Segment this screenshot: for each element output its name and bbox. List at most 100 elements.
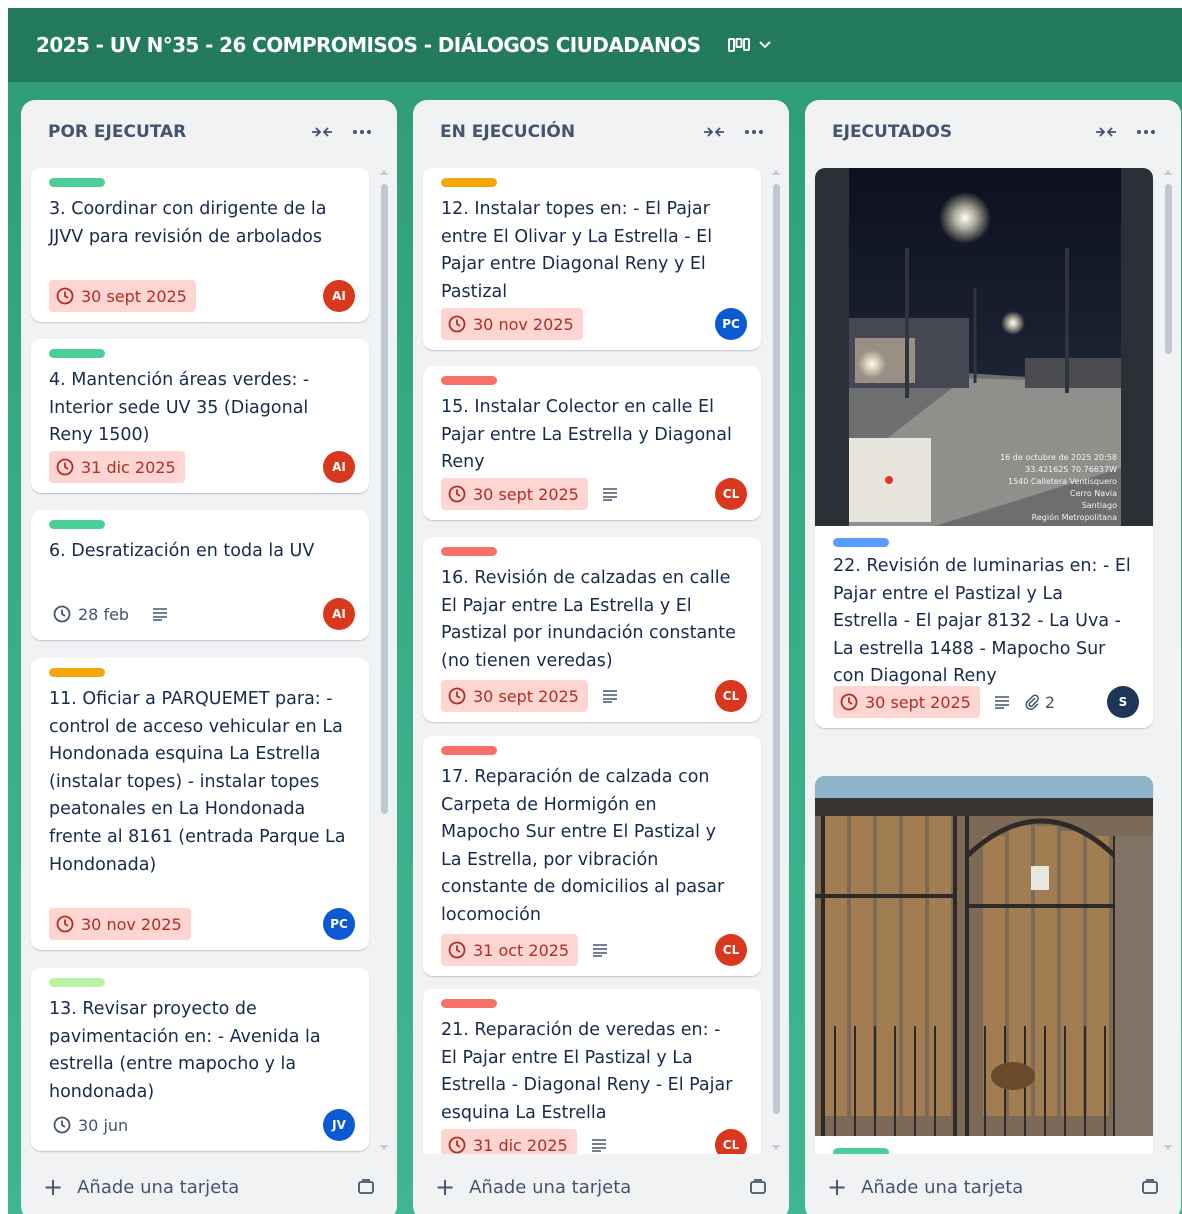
card[interactable]: 6. Desratización en toda la UV 28 feb AI <box>31 510 369 640</box>
card-cover-photo-street[interactable]: 16 de octubre de 2025 20:58 33.42162S 70… <box>815 168 1153 526</box>
list-title[interactable]: POR EJECUTAR <box>48 122 299 142</box>
card[interactable]: 16. Revisión de calzadas en calle El Paj… <box>423 537 761 722</box>
member-avatar[interactable]: S <box>1107 686 1139 718</box>
scroll-down-arrow[interactable] <box>772 1145 780 1150</box>
card[interactable]: 13. Revisar proyecto de pavimentación en… <box>31 968 369 1151</box>
list-scrollbar[interactable] <box>771 170 781 1150</box>
add-card-button[interactable]: + Añade una tarjeta <box>21 1154 397 1214</box>
collapse-list-button[interactable] <box>1089 117 1123 147</box>
card-badges: 31 dic 2025 CL <box>441 1129 747 1154</box>
list-scrollbar[interactable] <box>1163 170 1173 1150</box>
list-menu-button[interactable] <box>1129 117 1163 147</box>
template-icon[interactable] <box>357 1178 375 1196</box>
scroll-up-arrow[interactable] <box>380 170 388 175</box>
member-avatar[interactable]: PC <box>323 908 355 940</box>
list-ejecutados: EJECUTADOS 16 de octubre de 2025 20:58 3… <box>805 100 1181 1214</box>
card[interactable]: 3. Coordinar con dirigente de la JJVV pa… <box>31 168 369 322</box>
due-date-badge[interactable]: 31 oct 2025 <box>441 934 579 966</box>
card-label[interactable] <box>441 178 497 187</box>
card-label[interactable] <box>441 746 497 755</box>
due-date-text: 30 nov 2025 <box>81 914 182 934</box>
member-avatar[interactable]: CL <box>715 934 747 966</box>
paperclip-icon <box>1025 694 1039 710</box>
card-badges: 30 sept 2025 CL <box>441 680 747 712</box>
card[interactable]: 15. Instalar Colector en calle El Pajar … <box>423 366 761 520</box>
list-menu-button[interactable] <box>345 117 379 147</box>
list-scrollbar[interactable] <box>379 170 389 1150</box>
more-icon <box>1137 130 1155 134</box>
list-title[interactable]: EN EJECUCIÓN <box>440 122 691 142</box>
due-date-text: 28 feb <box>78 604 130 624</box>
card[interactable]: 17. Reparación de calzada con Carpeta de… <box>423 736 761 976</box>
card-label[interactable] <box>833 538 889 547</box>
due-date-badge[interactable]: 30 sept 2025 <box>441 478 588 510</box>
list-menu-button[interactable] <box>737 117 771 147</box>
cover-caption-line: Cerro Navia <box>1070 489 1117 498</box>
due-date-badge[interactable]: 31 dic 2025 <box>49 451 185 483</box>
card-cover-photo-gate[interactable] <box>815 776 1153 1136</box>
collapse-list-button[interactable] <box>305 117 339 147</box>
due-date-badge[interactable]: 30 nov 2025 <box>441 308 583 340</box>
scroll-down-arrow[interactable] <box>1164 1145 1172 1150</box>
add-card-button[interactable]: + Añade una tarjeta <box>413 1154 789 1214</box>
clock-icon <box>448 315 466 333</box>
collapse-list-button[interactable] <box>697 117 731 147</box>
card[interactable]: 21. Reparación de veredas en: - El Pajar… <box>423 989 761 1154</box>
list-en-ejecucion: EN EJECUCIÓN 12. Instalar topes en: - El… <box>413 100 789 1214</box>
scroll-down-arrow[interactable] <box>380 1145 388 1150</box>
more-icon <box>745 130 763 134</box>
due-date-badge[interactable]: 28 feb <box>49 598 138 630</box>
card[interactable]: 12. Instalar topes en: - El Pajar entre … <box>423 168 761 350</box>
scroll-thumb[interactable] <box>1165 184 1172 354</box>
collapse-icon <box>312 127 332 137</box>
board-view-switcher[interactable] <box>722 33 778 57</box>
clock-icon <box>53 1116 71 1134</box>
member-avatar[interactable]: AI <box>323 280 355 312</box>
plus-icon: + <box>43 1173 64 1201</box>
card-label[interactable] <box>441 999 497 1008</box>
card-label[interactable] <box>49 520 105 529</box>
card[interactable] <box>815 776 1153 1154</box>
member-avatar[interactable]: CL <box>715 1129 747 1154</box>
description-badge <box>592 943 608 957</box>
description-badge <box>994 695 1010 709</box>
card-label[interactable] <box>49 349 105 358</box>
collapse-icon <box>1096 127 1116 137</box>
due-date-text: 30 sept 2025 <box>473 484 579 504</box>
card-title: 13. Revisar proyecto de pavimentación en… <box>49 999 321 1102</box>
member-avatar[interactable]: AI <box>323 598 355 630</box>
due-date-badge[interactable]: 30 sept 2025 <box>441 680 588 712</box>
member-avatar[interactable]: CL <box>715 478 747 510</box>
list-title[interactable]: EJECUTADOS <box>832 122 1083 142</box>
card-title: 16. Revisión de calzadas en calle El Paj… <box>441 568 736 671</box>
due-date-badge[interactable]: 30 jun <box>49 1109 137 1141</box>
template-icon[interactable] <box>1141 1178 1159 1196</box>
card[interactable]: 16 de octubre de 2025 20:58 33.42162S 70… <box>815 168 1153 728</box>
scroll-thumb[interactable] <box>773 184 780 1114</box>
due-date-badge[interactable]: 30 sept 2025 <box>49 280 196 312</box>
card-label[interactable] <box>49 178 105 187</box>
due-date-text: 31 dic 2025 <box>81 457 176 477</box>
due-date-badge[interactable]: 30 nov 2025 <box>49 908 191 940</box>
add-card-button[interactable]: + Añade una tarjeta <box>805 1154 1181 1214</box>
card[interactable]: 4. Mantención áreas verdes: - Interior s… <box>31 339 369 493</box>
template-icon[interactable] <box>749 1178 767 1196</box>
card[interactable]: 11. Oficiar a PARQUEMET para: - control … <box>31 658 369 950</box>
card-label[interactable] <box>441 547 497 556</box>
list-por-ejecutar: POR EJECUTAR 3. Coordinar con dirigente … <box>21 100 397 1214</box>
board-title[interactable]: 2025 - UV N°35 - 26 COMPROMISOS - DIÁLOG… <box>36 33 701 57</box>
member-avatar[interactable]: JV <box>323 1109 355 1141</box>
card-label[interactable] <box>49 668 105 677</box>
scroll-up-arrow[interactable] <box>1164 170 1172 175</box>
due-date-badge[interactable]: 30 sept 2025 <box>833 686 980 718</box>
scroll-up-arrow[interactable] <box>772 170 780 175</box>
member-avatar[interactable]: CL <box>715 680 747 712</box>
member-avatar[interactable]: PC <box>715 308 747 340</box>
clock-icon <box>56 287 74 305</box>
card-label[interactable] <box>49 978 105 987</box>
scroll-thumb[interactable] <box>381 184 388 814</box>
member-avatar[interactable]: AI <box>323 451 355 483</box>
due-date-text: 30 sept 2025 <box>81 286 187 306</box>
due-date-badge[interactable]: 31 dic 2025 <box>441 1129 577 1154</box>
card-label[interactable] <box>441 376 497 385</box>
